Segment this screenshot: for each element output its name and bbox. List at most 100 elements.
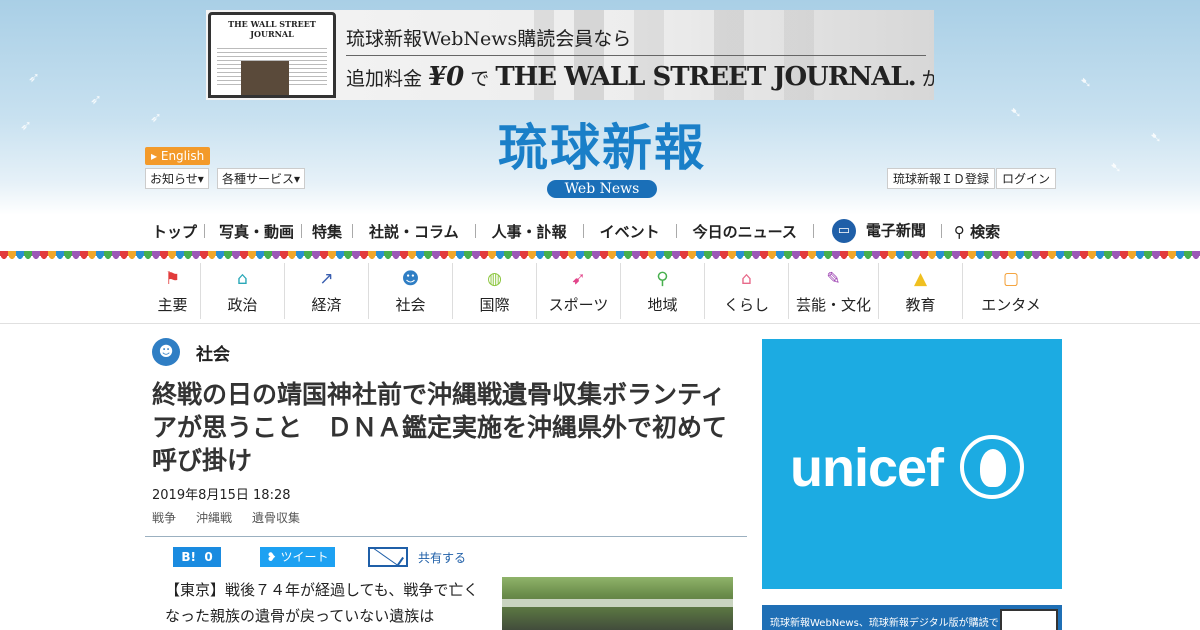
ad-divider <box>346 55 926 56</box>
category-entertainment[interactable]: ▢ エンタメ <box>963 263 1059 319</box>
nav-search[interactable]: ⚲ 検索 <box>942 221 1007 242</box>
category-society[interactable]: ☻ 社会 <box>369 263 453 319</box>
article-divider <box>145 536 747 537</box>
article-date: 2019年8月15日 18:28 <box>152 488 291 503</box>
ad-suffix: が読める <box>921 68 934 90</box>
category-region[interactable]: ⚲ 地域 <box>621 263 705 319</box>
category-label: 主要 <box>157 295 188 314</box>
people-icon: ☻ <box>152 338 180 366</box>
hatena-icon: B! <box>181 550 196 564</box>
tweet-button[interactable]: ❥ ツイート <box>260 547 335 567</box>
tweet-label: ツイート <box>280 550 329 564</box>
tv-icon: ▢ <box>1002 268 1020 289</box>
ad-mini-masthead: THE WALL STREET JOURNAL <box>228 19 316 39</box>
article-photo[interactable] <box>502 577 733 630</box>
building-icon: ⌂ <box>237 268 248 289</box>
tag-link[interactable]: 遺骨収集 <box>252 509 300 526</box>
nav-today[interactable]: 今日のニュース <box>677 221 813 242</box>
computer-icon: ▭ <box>831 219 856 243</box>
category-label: エンタメ <box>981 295 1041 314</box>
category-label: 芸能・文化 <box>795 295 871 314</box>
logo-subtitle: Web News <box>546 180 658 198</box>
device-screen-image <box>1000 609 1058 630</box>
ad-price: ¥0 <box>428 62 465 92</box>
category-politics[interactable]: ⌂ 政治 <box>201 263 285 319</box>
section-header[interactable]: ☻ 社会 <box>152 338 230 366</box>
cap-icon: ▲ <box>913 268 928 289</box>
article-headline: 終戦の日の靖国神社前で沖縄戦遺骨収集ボランティアが思うこと ＤＮＡ鑑定実施を沖縄… <box>152 380 728 475</box>
services-dropdown[interactable]: 各種サービス▾ <box>217 168 306 189</box>
fish-decoration: ➶ <box>20 118 32 134</box>
category-label: くらし <box>723 295 769 314</box>
id-register-link[interactable]: 琉球新報ＩＤ登録 <box>887 168 996 189</box>
category-economy[interactable]: ↗ 経済 <box>285 263 369 319</box>
fish-decoration: ➶ <box>28 70 40 86</box>
category-label: 地域 <box>647 295 678 314</box>
subscription-ad[interactable]: 琉球新報WebNews、琉球新報デジタル版が購読できる <box>762 605 1062 630</box>
chevron-down-icon: ▾ <box>294 172 301 186</box>
share-label: 共有する <box>418 550 467 565</box>
envelope-icon <box>368 547 408 567</box>
notice-label: お知らせ <box>150 172 198 186</box>
ad-offer: 追加料金 ¥0 で THE WALL STREET JOURNAL. が読める <box>346 62 934 92</box>
notice-dropdown[interactable]: お知らせ▾ <box>145 168 209 189</box>
chevron-down-icon: ▾ <box>197 172 204 186</box>
english-button[interactable]: ▸ English <box>145 147 211 165</box>
category-divider <box>0 323 1200 324</box>
tag-link[interactable]: 沖縄戦 <box>196 509 232 526</box>
subscription-ad-text: 琉球新報WebNews、琉球新報デジタル版が購読できる <box>770 618 1019 629</box>
tag-link[interactable]: 戦争 <box>152 509 176 526</box>
article-tags: 戦争 沖縄戦 遺骨収集 <box>152 509 300 526</box>
house-icon: ⌂ <box>741 268 752 289</box>
category-international[interactable]: ◍ 国際 <box>453 263 537 319</box>
unicef-emblem-icon <box>960 435 1024 499</box>
laptop-image: THE WALL STREET JOURNAL <box>208 12 336 98</box>
brush-icon: ✎ <box>826 268 841 289</box>
category-sports[interactable]: ➹ スポーツ <box>537 263 621 319</box>
nav-personnel[interactable]: 人事・訃報 <box>476 221 583 242</box>
category-label: 政治 <box>227 295 258 314</box>
category-label: 教育 <box>905 295 936 314</box>
services-label: 各種サービス <box>222 172 295 186</box>
fish-decoration: ➷ <box>1150 130 1162 146</box>
fish-decoration: ➷ <box>1010 105 1022 121</box>
category-label: 国際 <box>479 295 510 314</box>
category-life[interactable]: ⌂ くらし <box>705 263 789 319</box>
login-link[interactable]: ログイン <box>996 168 1057 189</box>
chart-icon: ↗ <box>319 268 334 289</box>
nav-epaper[interactable]: ▭ 電子新聞 <box>814 219 933 243</box>
unicef-ad[interactable]: unicef <box>762 339 1062 589</box>
site-logo[interactable]: 琉球新報 Web News <box>452 118 752 198</box>
hatena-count: 0 <box>204 550 213 564</box>
nav-event[interactable]: イベント <box>584 221 676 242</box>
ad-prefix: 追加料金 <box>346 68 423 90</box>
unicef-wordmark: unicef <box>790 438 944 498</box>
search-icon: ⚲ <box>953 222 965 241</box>
section-label: 社会 <box>196 344 230 365</box>
globe-icon: ◍ <box>487 268 502 289</box>
pin-icon: ⚲ <box>656 268 669 289</box>
hatena-bookmark-button[interactable]: B! 0 <box>173 547 221 567</box>
nav-feature[interactable]: 特集 <box>302 221 352 242</box>
pattern-band-scallop <box>0 256 1200 260</box>
category-label: スポーツ <box>548 295 609 314</box>
nav-top[interactable]: トップ <box>145 221 204 242</box>
category-education[interactable]: ▲ 教育 <box>879 263 963 319</box>
wsj-ad-banner[interactable]: THE WALL STREET JOURNAL 琉球新報WebNews購読会員な… <box>206 10 934 100</box>
twitter-bird-icon: ❥ <box>266 550 277 564</box>
share-button[interactable]: 共有する <box>368 547 466 567</box>
article-body: 【東京】戦後７４年が経過しても、戦争で亡くなった親族の遺骨が戻っていない遺族は <box>165 581 479 625</box>
flag-icon: ⚑ <box>164 268 181 289</box>
fish-decoration: ➶ <box>90 92 102 108</box>
ad-headline: 琉球新報WebNews購読会員なら <box>346 28 632 50</box>
ad-de: で <box>470 68 490 90</box>
people-icon: ☻ <box>401 268 420 289</box>
category-navigation: ⚑ 主要 ⌂ 政治 ↗ 経済 ☻ 社会 ◍ 国際 ➹ スポーツ ⚲ 地域 ⌂ く… <box>145 263 1065 319</box>
category-culture[interactable]: ✎ 芸能・文化 <box>789 263 879 319</box>
play-arrow-icon: ▸ <box>151 149 158 163</box>
epaper-label: 電子新聞 <box>865 221 926 240</box>
nav-editorial[interactable]: 社説・コラム <box>353 221 475 242</box>
nav-photo[interactable]: 写真・動画 <box>205 221 301 242</box>
category-label: 社会 <box>395 295 426 314</box>
category-main[interactable]: ⚑ 主要 <box>145 263 201 319</box>
